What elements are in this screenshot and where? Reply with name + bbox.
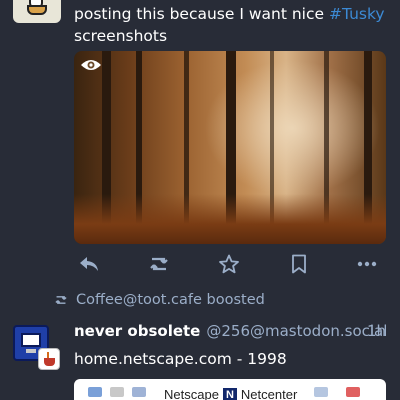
boost-icon xyxy=(55,296,67,304)
toolbar-icon xyxy=(132,387,146,397)
booster-avatar[interactable] xyxy=(38,348,60,370)
preview-title-right: Netcenter xyxy=(240,387,298,400)
eye-icon[interactable] xyxy=(80,58,102,72)
toolbar-icon xyxy=(346,387,360,397)
netscape-logo-icon: N xyxy=(222,387,237,400)
avatar[interactable] xyxy=(13,0,61,23)
preview-title-left: Netscape xyxy=(164,387,219,400)
media-attachment[interactable] xyxy=(74,51,386,244)
status-text: home.netscape.com - 1998 xyxy=(74,350,287,368)
toolbar-icon xyxy=(110,387,124,397)
coffee-cup-icon xyxy=(44,358,55,366)
star-icon xyxy=(219,254,239,274)
status-header[interactable]: never obsolete @256@mastodon.social xyxy=(74,322,387,340)
boost-button[interactable] xyxy=(147,253,171,275)
forest-floor xyxy=(74,194,386,244)
account-handle: @256@mastodon.social xyxy=(206,322,388,340)
media-attachment[interactable]: Netscape N Netcenter xyxy=(74,379,386,400)
toolbar-icon xyxy=(314,387,328,397)
status-text: posting this because I want nice xyxy=(74,5,329,23)
avatar-cup xyxy=(27,5,47,15)
reply-icon xyxy=(80,257,98,271)
more-button[interactable] xyxy=(355,253,379,275)
favourite-button[interactable] xyxy=(217,253,241,275)
hashtag-link[interactable]: #Tusky xyxy=(329,5,385,23)
boosted-by-label: Coffee@toot.cafe boosted xyxy=(76,292,265,308)
preview-title: Netscape N Netcenter xyxy=(164,387,297,400)
computer-stand xyxy=(26,349,36,353)
reply-button[interactable] xyxy=(77,253,101,275)
boosted-by-line[interactable]: Coffee@toot.cafe boosted xyxy=(54,292,265,308)
computer-icon xyxy=(21,333,41,347)
status-text-continued: screenshots xyxy=(74,27,168,45)
more-icon xyxy=(357,261,377,267)
boost-icon xyxy=(150,257,168,271)
bookmark-icon xyxy=(292,254,306,274)
timestamp: 1h xyxy=(366,322,386,340)
mail-icon xyxy=(88,387,102,397)
bookmark-button[interactable] xyxy=(287,253,311,275)
status-content: posting this because I want nice #Tusky … xyxy=(74,3,394,47)
display-name: never obsolete xyxy=(74,322,201,340)
status-action-bar xyxy=(74,253,386,275)
